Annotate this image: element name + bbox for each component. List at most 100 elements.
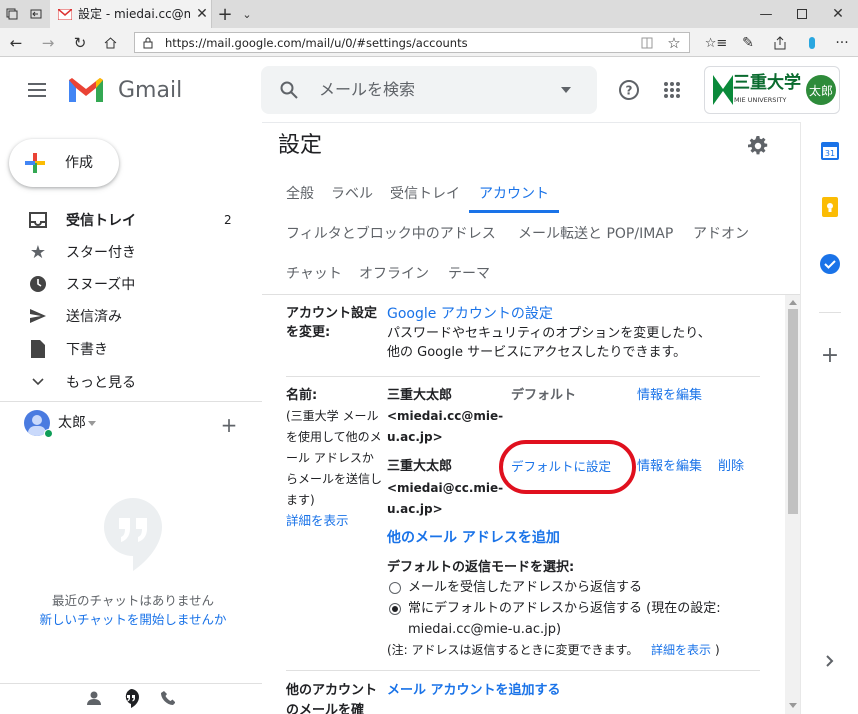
name-note-line: ール アドレスか — [286, 451, 374, 465]
tab-manager-icon[interactable] — [4, 6, 20, 22]
notes-pen-icon[interactable]: ✎ — [738, 33, 758, 53]
home-icon[interactable] — [100, 33, 120, 53]
edit-info-link-1[interactable]: 情報を編集 — [637, 387, 702, 405]
reply-option-2-label[interactable]: 常にデフォルトのアドレスから返信する (現在の設定: — [408, 600, 721, 618]
delete-link[interactable]: 削除 — [718, 458, 744, 476]
search-bar[interactable]: メールを検索 — [261, 66, 597, 114]
scroll-up-arrow-icon[interactable] — [787, 297, 798, 307]
inbox-count: 2 — [224, 213, 232, 227]
add-mail-account-link[interactable]: メール アカウントを追加する — [387, 682, 561, 700]
back-arrow-icon[interactable]: ← — [6, 33, 26, 53]
url-text: https://mail.google.com/mail/u/0/#settin… — [165, 36, 468, 50]
tab-themes[interactable]: テーマ — [448, 263, 490, 283]
university-logo[interactable]: 三重大学 MIE UNIVERSITY 太郎 — [704, 66, 840, 114]
tab-chat[interactable]: チャット — [286, 263, 342, 283]
calendar-icon[interactable]: 31 — [819, 140, 841, 162]
tab-labels[interactable]: ラベル — [331, 183, 373, 203]
search-icon[interactable] — [277, 78, 301, 102]
inbox-icon — [27, 209, 49, 231]
university-emblem-icon — [713, 75, 733, 105]
sidebar-item-drafts[interactable]: 下書き — [0, 333, 262, 365]
tasks-icon[interactable] — [819, 253, 841, 275]
add-other-address-link[interactable]: 他のメール アドレスを追加 — [387, 529, 560, 547]
scroll-down-arrow-icon[interactable] — [787, 700, 798, 710]
edit-info-link-2[interactable]: 情報を編集 — [637, 458, 702, 476]
account-settings-label-1: アカウント設定 — [286, 306, 378, 321]
tab-addons[interactable]: アドオン — [693, 223, 749, 243]
hangouts-user[interactable]: 太郎 — [24, 410, 224, 440]
sidebar-item-snoozed[interactable]: スヌーズ中 — [0, 268, 262, 300]
name-note-line: らメールを送信し — [286, 472, 383, 486]
avatar[interactable]: 太郎 — [806, 75, 836, 105]
reply-option-1-radio[interactable] — [389, 582, 401, 594]
close-window-icon[interactable]: ✕ — [828, 5, 848, 23]
start-chat-link[interactable]: 新しいチャットを開始しませんか — [0, 611, 266, 629]
favorite-star-icon[interactable]: ☆ — [665, 34, 683, 52]
favorites-list-icon[interactable]: ☆≡ — [705, 33, 728, 53]
tab-forwarding[interactable]: メール転送と POP/IMAP — [518, 223, 673, 243]
forward-arrow-icon[interactable]: → — [38, 33, 58, 53]
gmail-logo-icon[interactable] — [66, 75, 106, 105]
extension-icon[interactable] — [802, 33, 822, 53]
contacts-person-icon[interactable] — [84, 688, 104, 708]
tab-close-icon[interactable]: ✕ — [194, 6, 210, 22]
tab-filters[interactable]: フィルタとブロック中のアドレス — [286, 223, 496, 243]
sidebar-divider — [0, 401, 262, 402]
lock-icon — [141, 35, 155, 51]
back-tabs-icon[interactable] — [28, 6, 44, 22]
sidebar-item-inbox[interactable]: 受信トレイ 2 — [0, 204, 262, 236]
sidebar-item-sent[interactable]: 送信済み — [0, 300, 262, 332]
details-link[interactable]: 詳細を表示 — [286, 512, 349, 530]
avatar-text: 太郎 — [808, 83, 833, 98]
chevron-down-icon — [27, 371, 49, 393]
name-note-line: を使用して他のメ — [286, 430, 382, 444]
hangouts-quote-icon — [102, 496, 164, 572]
new-tab-icon[interactable]: + — [216, 4, 234, 25]
phone-icon[interactable] — [158, 688, 178, 708]
apps-grid-icon[interactable] — [660, 78, 684, 102]
search-input[interactable]: メールを検索 — [319, 79, 415, 101]
address1-email: <miedai.cc@mie- — [387, 409, 504, 423]
browser-tab[interactable]: 設定 - miedai.cc@mie-u ✕ — [50, 0, 212, 28]
gmail-favicon-icon — [58, 7, 72, 21]
add-chat-icon[interactable]: + — [218, 413, 240, 437]
url-field[interactable]: https://mail.google.com/mail/u/0/#settin… — [134, 32, 690, 53]
reply-option-2-radio[interactable] — [389, 603, 401, 615]
more-menu-icon[interactable]: ··· — [832, 33, 852, 53]
search-options-icon[interactable] — [557, 81, 575, 99]
share-icon[interactable] — [770, 33, 790, 53]
get-addons-plus-icon[interactable]: + — [819, 343, 841, 368]
app-name: Gmail — [118, 78, 183, 103]
sidebar-item-more[interactable]: もっと見る — [0, 366, 262, 398]
reply-mode-title: デフォルトの返信モードを選択: — [387, 560, 575, 575]
keep-icon[interactable] — [819, 196, 841, 218]
tab-accounts[interactable]: アカウント — [479, 183, 549, 203]
tab-general[interactable]: 全般 — [286, 183, 314, 203]
reply-note: (注: アドレスは返信するときに変更できます。 — [387, 643, 639, 657]
tab-offline[interactable]: オフライン — [359, 263, 429, 283]
show-side-panel-chevron-icon[interactable] — [819, 650, 841, 672]
user-dropdown-icon[interactable] — [86, 416, 98, 430]
reply-note-details-link[interactable]: 詳細を表示 — [651, 641, 711, 659]
main-menu-icon[interactable] — [24, 78, 50, 102]
help-icon[interactable]: ? — [617, 78, 641, 102]
tab-inbox[interactable]: 受信トレイ — [390, 183, 460, 203]
chat-footer-divider — [0, 683, 262, 684]
reading-view-icon[interactable] — [639, 35, 655, 51]
minimize-icon[interactable]: — — [756, 5, 776, 23]
settings-gear-icon[interactable] — [746, 134, 770, 158]
compose-button[interactable]: 作成 — [9, 139, 119, 187]
reply-option-1-label[interactable]: メールを受信したアドレスから返信する — [408, 579, 642, 597]
reply-note-end: ) — [715, 643, 720, 657]
scrollbar-thumb[interactable] — [788, 309, 798, 514]
sidebar-item-starred[interactable]: ★ スター付き — [0, 236, 262, 268]
section-divider — [286, 670, 760, 671]
other-account-label-2: のメールを確 — [286, 703, 365, 714]
google-account-link[interactable]: Google アカウントの設定 — [387, 305, 553, 323]
hangouts-chat-icon[interactable] — [120, 687, 142, 709]
tab-list-chevron-icon[interactable]: ⌄ — [238, 5, 256, 23]
settings-scrollbar[interactable] — [785, 295, 800, 714]
maximize-icon[interactable] — [792, 5, 812, 23]
refresh-icon[interactable]: ↻ — [70, 33, 90, 53]
sidebar-item-label: スター付き — [66, 245, 136, 261]
